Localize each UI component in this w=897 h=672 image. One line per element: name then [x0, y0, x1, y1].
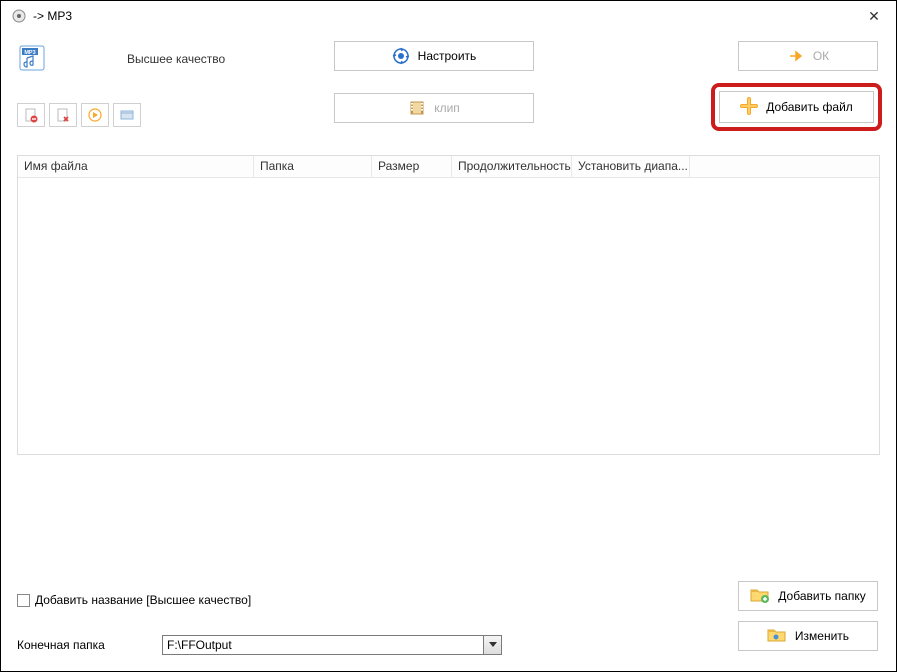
add-folder-label: Добавить папку [778, 589, 865, 603]
close-button[interactable]: ✕ [862, 4, 886, 28]
add-file-highlight: Добавить файл [711, 83, 882, 131]
clip-button[interactable]: клип [334, 93, 534, 123]
ok-button[interactable]: ОК [738, 41, 878, 71]
arrow-right-icon [787, 47, 805, 65]
table-header: Имя файла Папка Размер Продолжительность… [18, 156, 879, 178]
mp3-format-icon: MP3 [17, 44, 47, 74]
play-button[interactable] [81, 103, 109, 127]
dest-folder-select[interactable]: F:\FFOutput [162, 635, 502, 655]
gear-icon [392, 47, 410, 65]
column-duration[interactable]: Продолжительность [452, 156, 572, 177]
app-icon [11, 8, 27, 24]
configure-label: Настроить [418, 49, 477, 63]
column-folder[interactable]: Папка [254, 156, 372, 177]
quality-label: Высшее качество [127, 52, 225, 66]
clip-label: клип [434, 101, 460, 115]
window-title: -> MP3 [33, 9, 72, 23]
chevron-down-icon [489, 642, 497, 647]
film-icon [408, 99, 426, 117]
dest-folder-value: F:\FFOutput [167, 638, 232, 652]
folder-plus-icon [750, 587, 770, 606]
add-file-label: Добавить файл [766, 100, 853, 114]
change-label: Изменить [795, 629, 849, 643]
add-folder-button[interactable]: Добавить папку [738, 581, 878, 611]
file-table: Имя файла Папка Размер Продолжительность… [17, 155, 880, 455]
column-filename[interactable]: Имя файла [18, 156, 254, 177]
delete-button[interactable] [49, 103, 77, 127]
column-size[interactable]: Размер [372, 156, 452, 177]
add-name-label: Добавить название [Высшее качество] [35, 593, 251, 607]
remove-button[interactable] [17, 103, 45, 127]
change-button[interactable]: Изменить [738, 621, 878, 651]
ok-label: ОК [813, 49, 829, 63]
info-button[interactable] [113, 103, 141, 127]
configure-button[interactable]: Настроить [334, 41, 534, 71]
add-name-checkbox[interactable] [17, 594, 30, 607]
svg-text:MP3: MP3 [24, 50, 35, 56]
dest-folder-label: Конечная папка [17, 638, 162, 652]
plus-icon [740, 97, 758, 118]
folder-edit-icon [767, 627, 787, 646]
column-range[interactable]: Установить диапа... [572, 156, 690, 177]
add-file-button[interactable]: Добавить файл [719, 91, 874, 123]
titlebar: -> MP3 ✕ [1, 1, 896, 31]
